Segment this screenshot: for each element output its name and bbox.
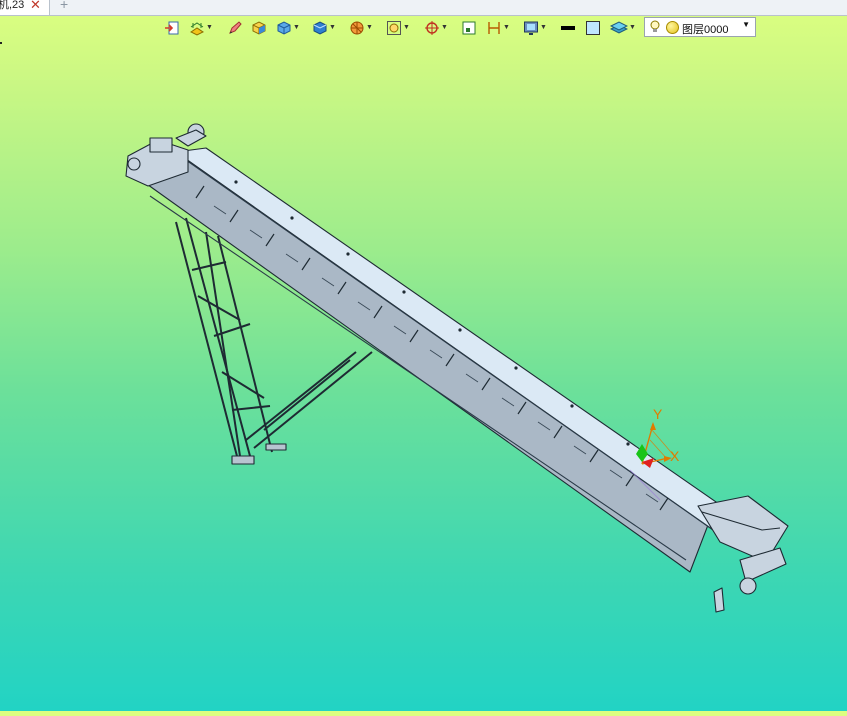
axis-x-label: X: [670, 448, 680, 464]
zoom-fit-icon[interactable]: ▼: [386, 17, 410, 39]
lightbulb-icon[interactable]: [649, 20, 661, 37]
close-icon[interactable]: ✕: [30, 0, 41, 12]
line-color-icon[interactable]: [560, 17, 576, 39]
render-mode-icon[interactable]: ▼: [349, 17, 373, 39]
document-tab-label: 机,23: [0, 0, 25, 11]
document-tab-strip: 机,23 ✕ +: [0, 0, 847, 16]
new-tab-icon[interactable]: +: [60, 0, 68, 12]
document-tab[interactable]: 机,23 ✕: [0, 0, 50, 15]
fill-color-icon[interactable]: [585, 17, 601, 39]
layer-dropdown[interactable]: 图层0000 ▼: [644, 17, 756, 37]
conveyor-belt: [175, 147, 743, 533]
hidden-line-icon[interactable]: ▼: [189, 17, 213, 39]
shaded-solid-icon[interactable]: [251, 17, 267, 39]
layer-color-dot-icon[interactable]: [666, 21, 679, 34]
monitor-display-icon[interactable]: ▼: [523, 17, 547, 39]
iso-view-icon[interactable]: ▼: [276, 17, 300, 39]
view-cube-icon[interactable]: ▼: [312, 17, 336, 39]
edit-pencil-icon[interactable]: [227, 17, 243, 39]
dimension-icon[interactable]: ▼: [486, 17, 510, 39]
conveyor-side-face: [129, 159, 717, 573]
chevron-down-icon[interactable]: ▼: [742, 20, 750, 29]
target-snap-icon[interactable]: ▼: [424, 17, 448, 39]
3d-viewport[interactable]: Y X: [0, 40, 847, 711]
conveyor-model: Y X: [125, 123, 789, 613]
axis-y-label: Y: [653, 406, 663, 422]
view-import-icon[interactable]: [164, 17, 180, 39]
layer-stack-icon[interactable]: ▼: [610, 17, 636, 39]
section-plane-icon[interactable]: [461, 17, 477, 39]
layer-name: 图层0000: [682, 24, 729, 36]
tail-hopper: [697, 495, 789, 613]
